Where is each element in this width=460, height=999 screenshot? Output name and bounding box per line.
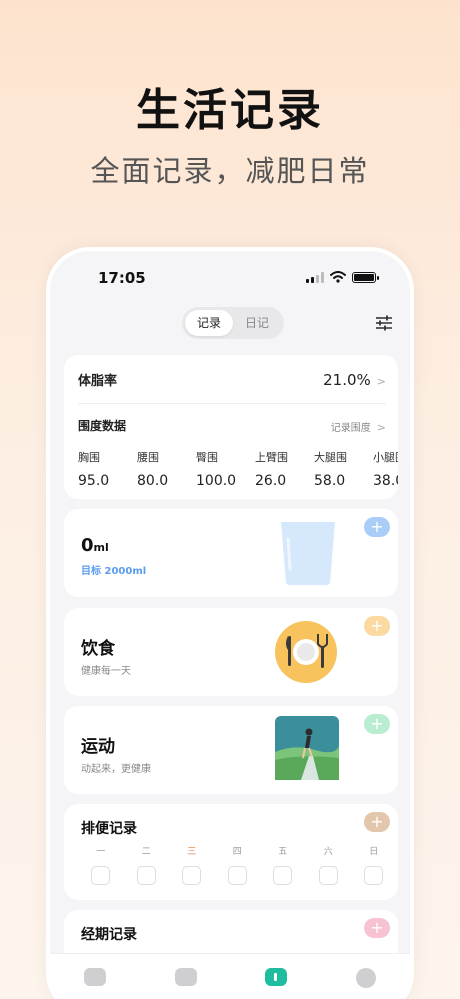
day-checkbox[interactable] bbox=[273, 866, 293, 885]
tab-bar bbox=[50, 953, 410, 999]
girth-value: 95.0 bbox=[78, 473, 110, 489]
body-data-card: 体脂率 21.0% > 围度数据 记录围度 > 胸围 95.0 腰围 80.0 臀围… bbox=[64, 355, 398, 499]
chevron-right-icon: > bbox=[376, 374, 386, 388]
girth-item-chest[interactable]: 胸围 95.0 bbox=[78, 449, 137, 489]
body-fat-row[interactable]: 体脂率 21.0% > bbox=[78, 367, 386, 391]
battery-icon bbox=[352, 271, 379, 283]
divider bbox=[78, 403, 386, 404]
body-fat-value: 21.0% bbox=[323, 370, 371, 389]
tab-record[interactable]: 记录 bbox=[185, 310, 233, 336]
tab-diary[interactable]: 日记 bbox=[233, 310, 281, 336]
girth-name: 小腿围 bbox=[373, 451, 398, 464]
week-day-label: 四 bbox=[232, 847, 242, 857]
add-sport-button[interactable]: + bbox=[364, 714, 390, 734]
girth-item-calf[interactable]: 小腿围 38.0 bbox=[373, 449, 398, 489]
water-goal: 目标 2000ml bbox=[81, 566, 147, 577]
period-title: 经期记录 bbox=[81, 927, 137, 943]
week-day[interactable]: 五 bbox=[260, 844, 306, 885]
girth-item-upper-arm[interactable]: 上臂围 26.0 bbox=[255, 449, 314, 489]
sport-card[interactable]: 运动 动起来，更健康 + bbox=[64, 706, 398, 794]
record-girth-link[interactable]: 记录围度 > bbox=[331, 416, 386, 435]
promo-title: 生活记录 bbox=[136, 85, 324, 136]
phone-frame: 17:05 记录 日记 体脂率 21.0% > 围度数据 记录围度 > 胸围 9… bbox=[46, 247, 414, 999]
week-day[interactable]: 三 bbox=[169, 844, 215, 885]
sliders-icon[interactable] bbox=[374, 313, 394, 333]
add-water-button[interactable]: + bbox=[364, 517, 390, 537]
girth-name: 上臂围 bbox=[255, 451, 288, 464]
status-time: 17:05 bbox=[98, 269, 146, 287]
add-period-button[interactable]: + bbox=[364, 918, 390, 938]
week-day-label: 二 bbox=[141, 847, 151, 857]
body-fat-label: 体脂率 bbox=[78, 373, 118, 389]
week-day-label: 日 bbox=[369, 847, 379, 857]
water-amount: 0ml bbox=[81, 535, 109, 556]
girth-value: 26.0 bbox=[255, 473, 287, 489]
running-illustration-icon bbox=[275, 716, 339, 780]
girth-label: 围度数据 bbox=[78, 418, 127, 433]
promo-subtitle: 全面记录，减肥日常 bbox=[90, 154, 370, 188]
food-card[interactable]: 饮食 健康每一天 + bbox=[64, 608, 398, 696]
girth-name: 臀围 bbox=[196, 451, 218, 464]
record-girth-label: 记录围度 bbox=[330, 422, 371, 434]
girth-value: 100.0 bbox=[196, 473, 237, 489]
add-food-button[interactable]: + bbox=[364, 616, 390, 636]
week-day[interactable]: 日 bbox=[351, 844, 397, 885]
profile-icon[interactable] bbox=[355, 968, 376, 988]
food-subtitle: 健康每一天 bbox=[81, 666, 131, 677]
stats-icon[interactable] bbox=[174, 968, 197, 986]
status-icons bbox=[306, 271, 379, 283]
week-day[interactable]: 四 bbox=[215, 844, 261, 885]
status-bar: 17:05 bbox=[50, 251, 410, 301]
week-day[interactable]: 六 bbox=[306, 844, 352, 885]
week-day[interactable]: 一 bbox=[78, 844, 124, 885]
stool-title: 排便记录 bbox=[81, 821, 137, 837]
girth-value: 58.0 bbox=[314, 473, 346, 489]
stool-card: 排便记录 + 一 二 三 四 五 六 日 bbox=[64, 804, 398, 900]
food-title: 饮食 bbox=[81, 639, 115, 659]
plus-icon: + bbox=[370, 812, 384, 831]
week-day-label: 六 bbox=[323, 847, 333, 857]
water-amount-value: 0 bbox=[81, 535, 94, 556]
girth-item-thigh[interactable]: 大腿围 58.0 bbox=[314, 449, 373, 489]
water-cup-icon bbox=[281, 522, 335, 585]
signal-icon bbox=[306, 271, 324, 283]
girth-name: 胸围 bbox=[78, 451, 100, 464]
week-day-label: 一 bbox=[96, 847, 106, 857]
week-day[interactable]: 二 bbox=[124, 844, 170, 885]
add-stool-button[interactable]: + bbox=[364, 812, 390, 832]
week-day-label-today: 三 bbox=[187, 847, 197, 857]
day-checkbox[interactable] bbox=[364, 866, 384, 885]
plus-icon: + bbox=[370, 918, 384, 937]
girth-item-waist[interactable]: 腰围 80.0 bbox=[137, 449, 196, 489]
sport-title: 运动 bbox=[81, 737, 115, 757]
girth-header: 围度数据 记录围度 > bbox=[78, 415, 386, 435]
girth-name: 大腿围 bbox=[314, 451, 347, 464]
girth-value: 80.0 bbox=[137, 473, 169, 489]
chevron-right-icon: > bbox=[376, 420, 386, 434]
home-icon[interactable] bbox=[84, 968, 107, 986]
girth-list: 胸围 95.0 腰围 80.0 臀围 100.0 上臂围 26.0 大腿围 58… bbox=[78, 449, 398, 489]
plus-icon: + bbox=[370, 517, 384, 536]
day-checkbox[interactable] bbox=[318, 866, 338, 885]
girth-item-hip[interactable]: 臀围 100.0 bbox=[196, 449, 255, 489]
day-checkbox[interactable] bbox=[182, 866, 202, 885]
plus-icon: + bbox=[370, 714, 384, 733]
sport-subtitle: 动起来，更健康 bbox=[81, 764, 151, 775]
day-checkbox[interactable] bbox=[91, 866, 111, 885]
stool-week: 一 二 三 四 五 六 日 bbox=[78, 844, 398, 885]
plus-icon: + bbox=[370, 616, 384, 635]
day-checkbox[interactable] bbox=[136, 866, 156, 885]
plate-cutlery-icon bbox=[275, 621, 337, 683]
record-diary-toggle[interactable]: 记录 日记 bbox=[182, 307, 284, 339]
girth-name: 腰围 bbox=[137, 451, 159, 464]
water-card[interactable]: 0ml 目标 2000ml + bbox=[64, 509, 398, 597]
day-checkbox[interactable] bbox=[227, 866, 247, 885]
wifi-icon bbox=[330, 271, 346, 283]
water-unit: ml bbox=[93, 541, 109, 554]
record-icon[interactable] bbox=[265, 968, 288, 986]
week-day-label: 五 bbox=[278, 847, 288, 857]
girth-value: 38.0 bbox=[373, 473, 398, 489]
